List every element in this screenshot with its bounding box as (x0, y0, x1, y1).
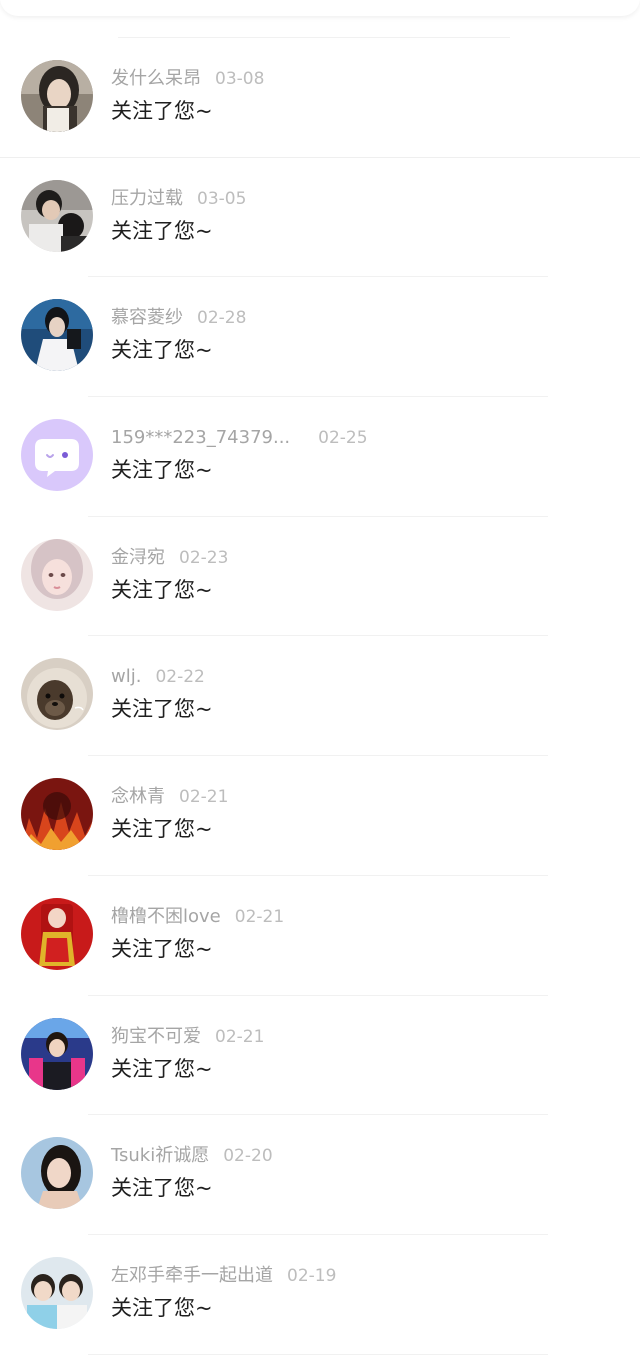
username[interactable]: 159***223_74379... (111, 427, 290, 448)
top-card-edge (0, 0, 640, 16)
notification-message: 关注了您~ (111, 936, 213, 961)
notification-message: 关注了您~ (111, 218, 213, 243)
notification-list: 发什么呆昂 03-08 关注了您~ 压力过载 03-05 关注了您~ 慕容菱纱 … (0, 38, 640, 1355)
notification-header: 慕容菱纱 02-28 (111, 306, 246, 330)
avatar[interactable] (21, 299, 93, 372)
notification-message: 关注了您~ (111, 1056, 213, 1081)
list-item[interactable]: 压力过载 03-05 关注了您~ (0, 158, 640, 278)
list-item[interactable]: 慕容菱纱 02-28 关注了您~ (0, 277, 640, 398)
avatar[interactable] (21, 538, 93, 611)
notification-message: 关注了您~ (111, 458, 213, 483)
notification-date: 03-05 (197, 188, 247, 209)
notification-date: 02-28 (197, 308, 247, 329)
notification-message: 关注了您~ (111, 338, 213, 363)
notification-date: 02-22 (155, 667, 205, 688)
list-item[interactable]: wlj. 02-22 关注了您~ (0, 636, 640, 757)
notification-header: 念林青 02-21 (111, 785, 228, 809)
list-item[interactable]: Tsuki祈诚愿 02-20 关注了您~ (0, 1115, 640, 1235)
notification-header: 橹橹不困love 02-21 (111, 905, 284, 929)
avatar[interactable] (21, 897, 93, 970)
username[interactable]: 金浔宛 (111, 547, 165, 568)
notification-date: 02-19 (287, 1265, 337, 1286)
default-avatar-icon[interactable] (21, 419, 93, 492)
list-item[interactable]: 左邓手牵手一起出道 02-19 关注了您~ (0, 1235, 640, 1355)
list-item[interactable]: 橹橹不困love 02-21 关注了您~ (0, 876, 640, 996)
notification-header: 159***223_74379... 02-25 (111, 426, 368, 450)
notification-date: 03-08 (215, 69, 265, 89)
divider (88, 1353, 548, 1355)
list-item[interactable]: 狗宝不可爱 02-21 关注了您~ (0, 996, 640, 1116)
notification-message: 关注了您~ (111, 1176, 213, 1201)
notification-date: 02-25 (318, 428, 368, 449)
avatar[interactable] (21, 1256, 93, 1329)
avatar[interactable] (21, 658, 93, 731)
notification-date: 02-21 (179, 787, 229, 808)
notification-header: 金浔宛 02-23 (111, 546, 228, 570)
notification-header: Tsuki祈诚愿 02-20 (111, 1144, 273, 1168)
notification-date: 02-21 (215, 1026, 265, 1047)
username[interactable]: Tsuki祈诚愿 (111, 1145, 209, 1166)
notification-message: 关注了您~ (111, 99, 213, 123)
notification-date: 02-21 (234, 906, 285, 927)
username[interactable]: 念林青 (111, 786, 165, 807)
username[interactable]: 狗宝不可爱 (111, 1026, 201, 1047)
notification-message: 关注了您~ (111, 817, 213, 842)
avatar[interactable] (21, 1017, 93, 1090)
username[interactable]: 橹橹不困love (111, 906, 221, 927)
avatar[interactable] (21, 60, 93, 132)
notification-date: 02-23 (179, 547, 229, 568)
notification-header: 压力过载 03-05 (111, 187, 246, 211)
username[interactable]: 压力过载 (111, 188, 183, 209)
notification-date: 02-20 (223, 1146, 273, 1167)
avatar[interactable] (21, 179, 93, 252)
list-item[interactable]: 发什么呆昂 03-08 关注了您~ (0, 38, 640, 158)
username[interactable]: 慕容菱纱 (111, 307, 183, 328)
list-item[interactable]: 念林青 02-21 关注了您~ (0, 756, 640, 876)
username[interactable]: 左邓手牵手一起出道 (111, 1265, 273, 1286)
notification-header: 发什么呆昂 03-08 (111, 67, 264, 91)
notification-message: 关注了您~ (111, 1295, 213, 1320)
list-item[interactable]: 159***223_74379... 02-25 关注了您~ (0, 397, 640, 517)
avatar[interactable] (21, 1137, 93, 1210)
username[interactable]: 发什么呆昂 (111, 68, 201, 89)
notification-header: wlj. 02-22 (111, 665, 205, 689)
username[interactable]: wlj. (111, 666, 141, 687)
list-item[interactable]: 金浔宛 02-23 关注了您~ (0, 517, 640, 637)
notification-message: 关注了您~ (111, 577, 213, 602)
notification-header: 左邓手牵手一起出道 02-19 (111, 1264, 336, 1288)
notification-header: 狗宝不可爱 02-21 (111, 1025, 264, 1049)
avatar[interactable] (21, 778, 93, 851)
notification-message: 关注了您~ (111, 697, 213, 722)
